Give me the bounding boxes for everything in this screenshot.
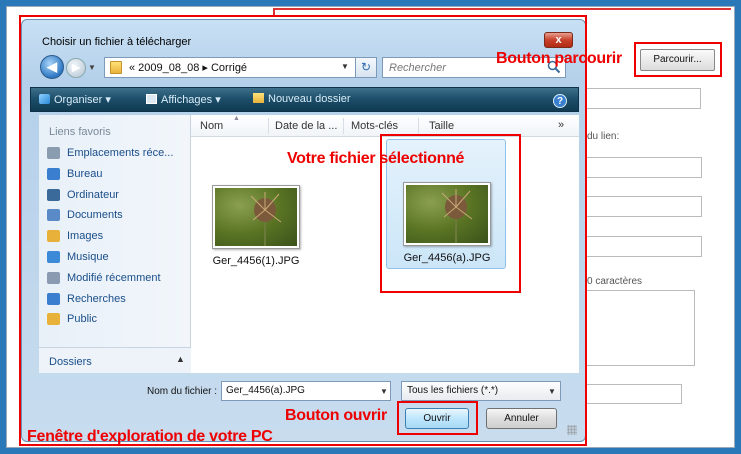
open-button-highlight-frame — [397, 401, 478, 435]
selected-file-annotation: Votre fichier sélectionné — [287, 150, 465, 167]
link-label: du lien: — [587, 131, 620, 142]
open-annotation: Bouton ouvrir — [285, 407, 387, 424]
form-textarea[interactable] — [586, 290, 695, 366]
browse-annotation: Bouton parcourir — [496, 50, 622, 67]
form-field-2[interactable] — [586, 157, 702, 178]
form-field-4[interactable] — [586, 236, 702, 257]
browse-highlight-frame — [634, 42, 722, 77]
form-field-1[interactable] — [586, 88, 701, 109]
form-field-5[interactable] — [586, 384, 682, 404]
chars-label: 0 caractères — [587, 276, 643, 287]
form-field-3[interactable] — [586, 196, 702, 217]
window-annotation: Fenêtre d'exploration de votre PC — [27, 428, 273, 445]
